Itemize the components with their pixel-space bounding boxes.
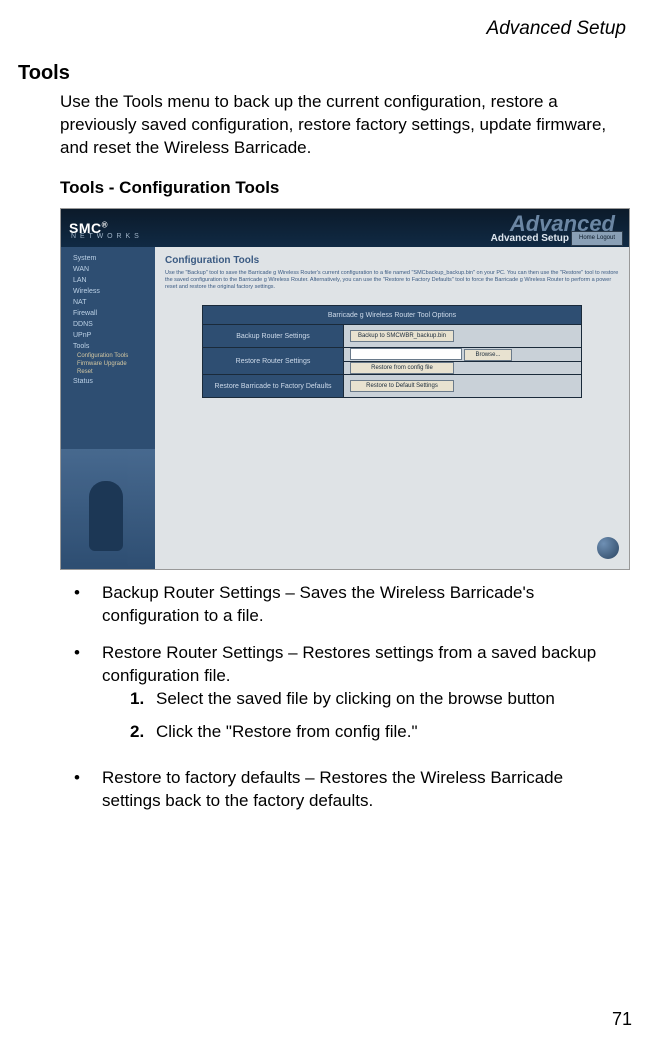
bullet-dot-icon: • <box>74 767 102 813</box>
sidebar-item[interactable]: LAN <box>65 275 151 286</box>
sidebar-item[interactable]: NAT <box>65 297 151 308</box>
backup-button[interactable]: Backup to SMCWBR_backup.bin <box>350 330 454 342</box>
sidebar-item[interactable]: DDNS <box>65 319 151 330</box>
bullet-restore-text: Restore Router Settings – Restores setti… <box>102 642 624 688</box>
restore-defaults-button[interactable]: Restore to Default Settings <box>350 380 454 392</box>
step-1-text: Select the saved file by clicking on the… <box>156 688 555 711</box>
advanced-setup-label: Advanced Setup <box>491 233 569 244</box>
backup-label: Backup Router Settings <box>203 325 344 348</box>
page-header-section: Advanced Setup <box>18 18 626 40</box>
smc-sublogo: N E T W O R K S <box>71 233 140 240</box>
bullet-factory: • Restore to factory defaults – Restores… <box>74 767 624 813</box>
step-number: 2. <box>130 721 156 744</box>
bullet-dot-icon: • <box>74 642 102 754</box>
step-1: 1. Select the saved file by clicking on … <box>130 688 624 711</box>
screenshot-sidebar: System WAN LAN Wireless NAT Firewall DDN… <box>61 247 155 569</box>
sidebar-item[interactable]: Firewall <box>65 308 151 319</box>
sidebar-item[interactable]: Wireless <box>65 286 151 297</box>
sidebar-item[interactable]: System <box>65 253 151 264</box>
sidebar-item[interactable]: Tools <box>65 341 151 352</box>
panel-description: Use the "Backup" tool to save the Barric… <box>165 270 619 291</box>
step-2-text: Click the "Restore from config file." <box>156 721 418 744</box>
sidebar-item[interactable]: UPnP <box>65 330 151 341</box>
intro-paragraph: Use the Tools menu to back up the curren… <box>60 91 624 160</box>
bullet-backup: • Backup Router Settings – Saves the Wir… <box>74 582 624 628</box>
heading-tools: Tools <box>18 62 634 85</box>
sidebar-item[interactable]: WAN <box>65 264 151 275</box>
restore-file-input[interactable] <box>350 348 462 360</box>
sidebar-subitem[interactable]: Firmware Upgrade <box>65 360 151 368</box>
step-number: 1. <box>130 688 156 711</box>
bullet-factory-text: Restore to factory defaults – Restores t… <box>102 767 624 813</box>
browse-button[interactable]: Browse... <box>464 349 512 361</box>
table-header: Barricade g Wireless Router Tool Options <box>203 306 582 325</box>
screenshot-topbar: SMC® N E T W O R K S Advanced Advanced S… <box>61 209 629 247</box>
step-2: 2. Click the "Restore from config file." <box>130 721 624 744</box>
router-screenshot: SMC® N E T W O R K S Advanced Advanced S… <box>60 208 630 570</box>
sidebar-subitem[interactable]: Reset <box>65 368 151 376</box>
bullet-dot-icon: • <box>74 582 102 628</box>
bullet-list: • Backup Router Settings – Saves the Wir… <box>74 582 624 814</box>
restore-from-file-button[interactable]: Restore from config file <box>350 362 454 374</box>
config-tools-table: Barricade g Wireless Router Tool Options… <box>202 305 582 398</box>
bullet-backup-text: Backup Router Settings – Saves the Wirel… <box>102 582 624 628</box>
help-icon[interactable] <box>597 537 619 559</box>
screenshot-container: SMC® N E T W O R K S Advanced Advanced S… <box>60 208 624 570</box>
bullet-restore: • Restore Router Settings – Restores set… <box>74 642 624 754</box>
factory-defaults-label: Restore Barricade to Factory Defaults <box>203 375 344 398</box>
heading-config-tools: Tools - Configuration Tools <box>60 178 634 198</box>
screenshot-main: Configuration Tools Use the "Backup" too… <box>155 247 629 569</box>
sidebar-item[interactable]: Status <box>65 376 151 387</box>
restore-label: Restore Router Settings <box>203 348 344 375</box>
page-number: 71 <box>612 1009 632 1030</box>
panel-title: Configuration Tools <box>165 255 629 266</box>
home-logout-button[interactable]: Home Logout <box>571 231 623 246</box>
sidebar-subitem[interactable]: Configuration Tools <box>65 352 151 360</box>
